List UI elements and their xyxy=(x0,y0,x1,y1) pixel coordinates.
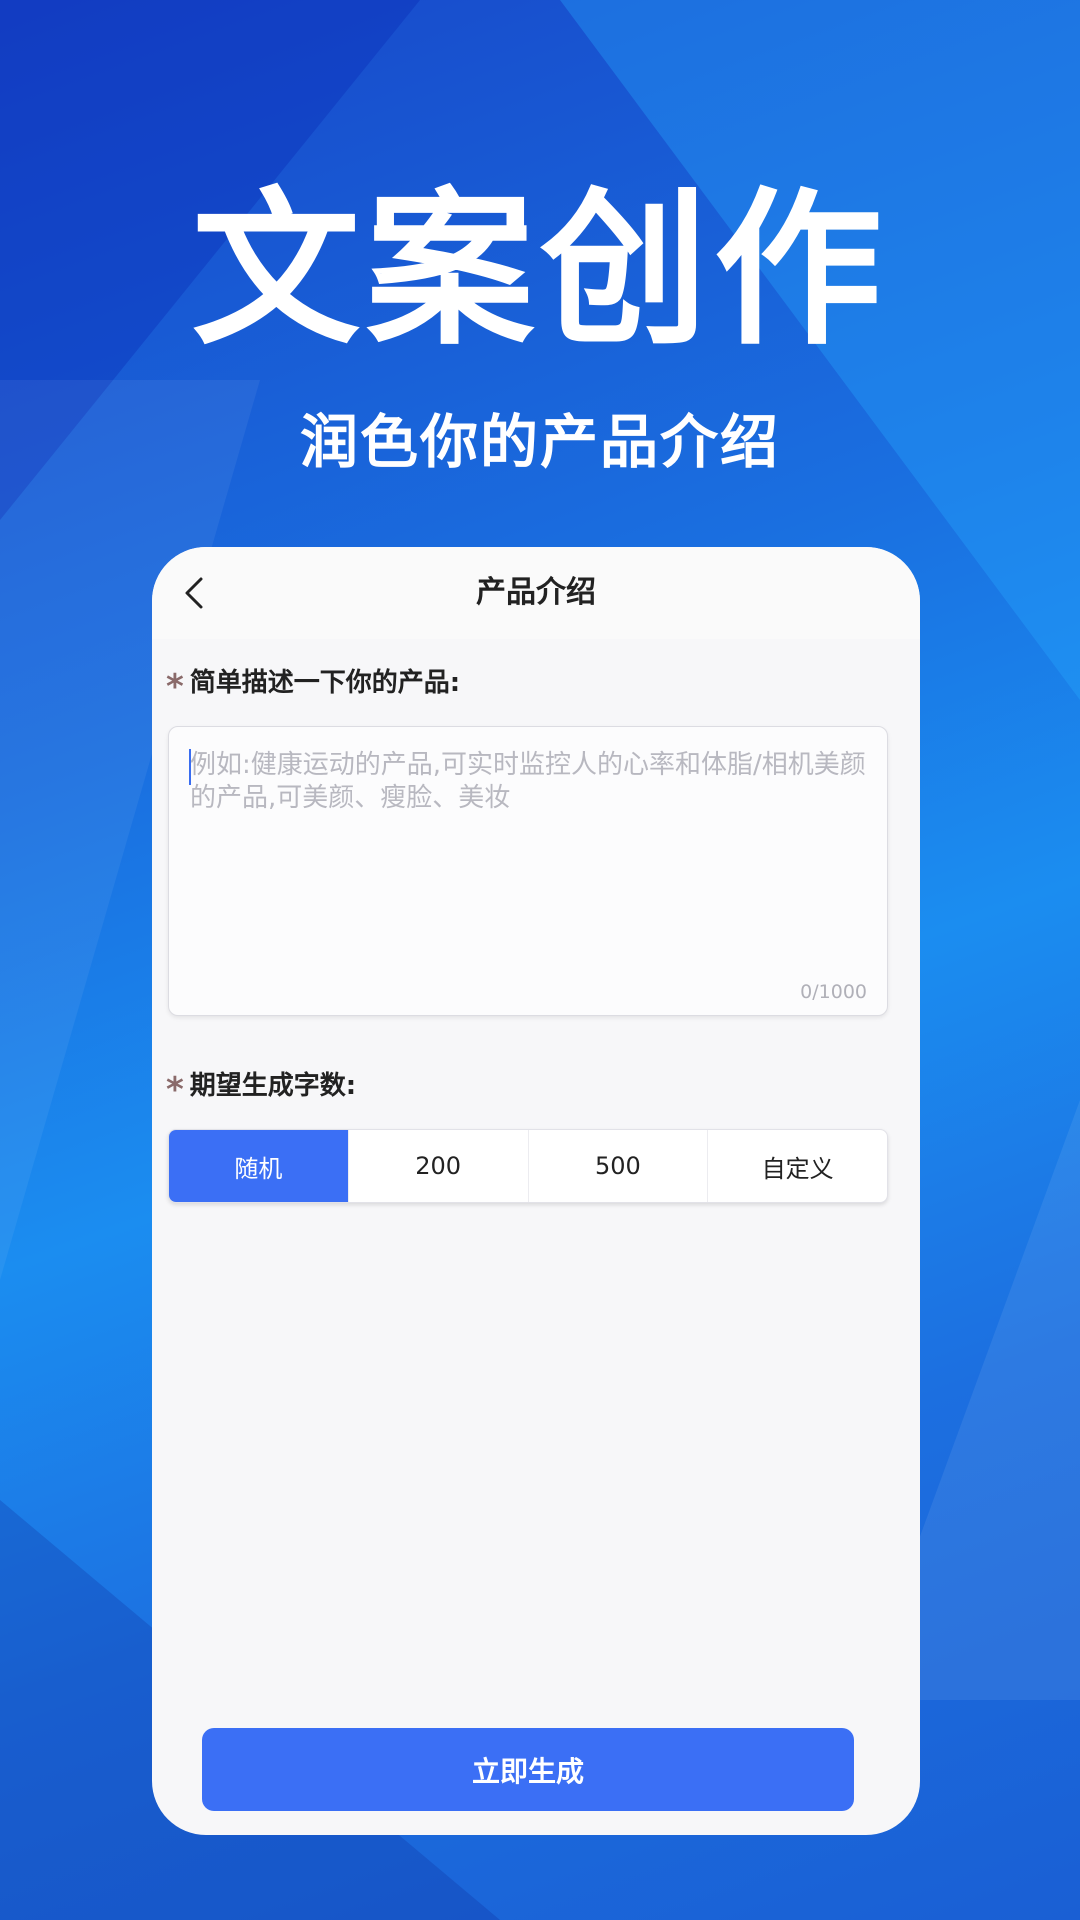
hero-title: 文案创作 xyxy=(192,172,888,368)
word-count-option-custom[interactable]: 自定义 xyxy=(707,1130,887,1202)
nav-bar: 产品介绍 xyxy=(152,547,920,639)
hero-subtitle: 润色你的产品介绍 xyxy=(299,408,780,476)
character-counter: 0/1000 xyxy=(800,981,867,1003)
generate-button[interactable]: 立即生成 xyxy=(202,1728,854,1811)
page-title: 产品介绍 xyxy=(476,575,596,610)
app-screen: 产品介绍 * 简单描述一下你的产品: 例如:健康运动的产品,可实时监控人的心率和… xyxy=(152,547,920,1835)
word-count-label: * 期望生成字数: xyxy=(166,1065,357,1110)
word-count-option-500[interactable]: 500 xyxy=(527,1130,708,1202)
description-placeholder: 例如:健康运动的产品,可实时监控人的心率和体脂/相机美颜的产品,可美颜、瘦脸、美… xyxy=(190,750,866,813)
word-count-option-200[interactable]: 200 xyxy=(347,1130,528,1202)
word-count-label-text: 期望生成字数: xyxy=(189,1071,357,1101)
required-asterisk: * xyxy=(166,1069,184,1110)
description-label: * 简单描述一下你的产品: xyxy=(166,662,461,707)
word-count-option-random[interactable]: 随机 xyxy=(169,1130,348,1202)
description-label-text: 简单描述一下你的产品: xyxy=(189,668,461,698)
product-description-input[interactable]: 例如:健康运动的产品,可实时监控人的心率和体脂/相机美颜的产品,可美颜、瘦脸、美… xyxy=(168,726,888,1016)
required-asterisk: * xyxy=(166,666,184,707)
word-count-selector: 随机 200 500 自定义 xyxy=(168,1129,888,1203)
